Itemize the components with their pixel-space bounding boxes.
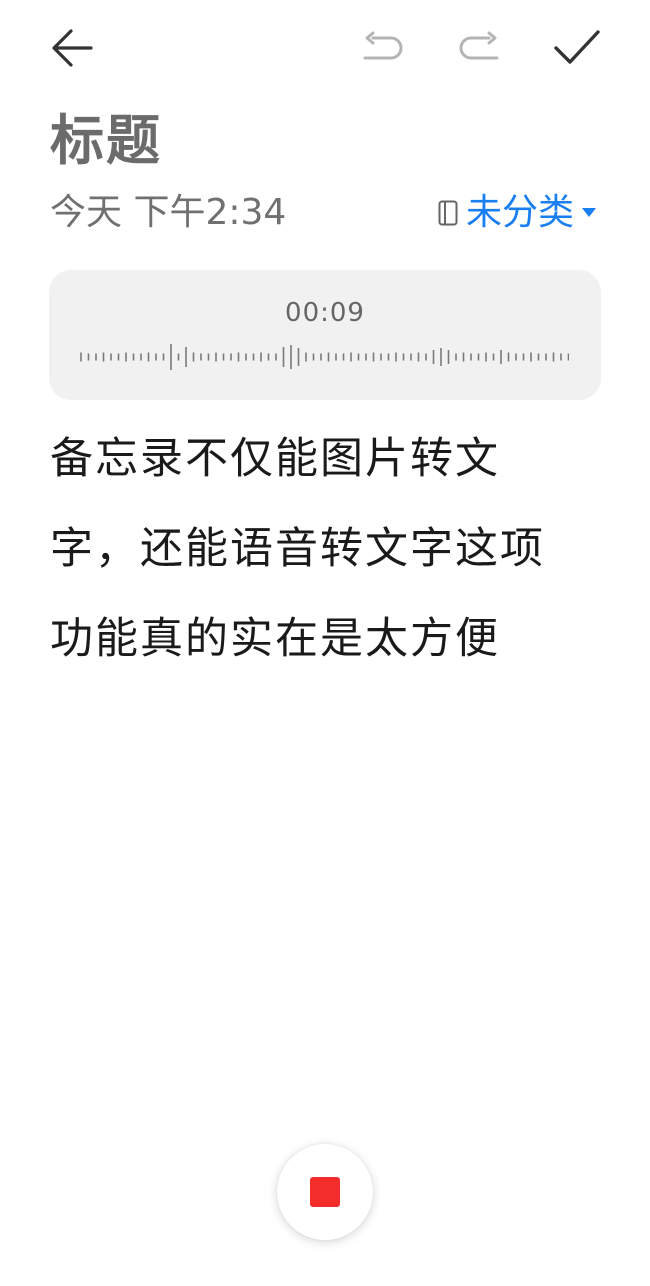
back-button[interactable] [44,22,100,74]
recording-elapsed-time: 00:09 [285,298,365,328]
note-body[interactable]: 备忘录不仅能图片转文字，还能语音转文字这项功能真的实在是太方便 [50,414,580,684]
redo-button[interactable] [452,24,508,72]
category-selector[interactable]: 未分类 [438,188,596,238]
category-label: 未分类 [465,192,574,233]
audio-recording-card[interactable]: 00:09 [49,270,601,400]
arrow-left-icon [49,25,95,71]
undo-icon [359,30,405,66]
caret-down-icon [582,208,596,218]
undo-button[interactable] [354,24,410,72]
redo-icon [457,30,503,66]
notebook-icon [438,200,458,226]
checkmark-icon [553,28,601,68]
note-date: 今天 下午2:34 [50,192,287,233]
stop-recording-button[interactable] [277,1144,373,1240]
top-toolbar [0,0,650,96]
done-button[interactable] [548,22,606,74]
note-title[interactable]: 标题 [50,106,162,176]
audio-waveform [80,344,569,370]
stop-icon [310,1177,340,1207]
